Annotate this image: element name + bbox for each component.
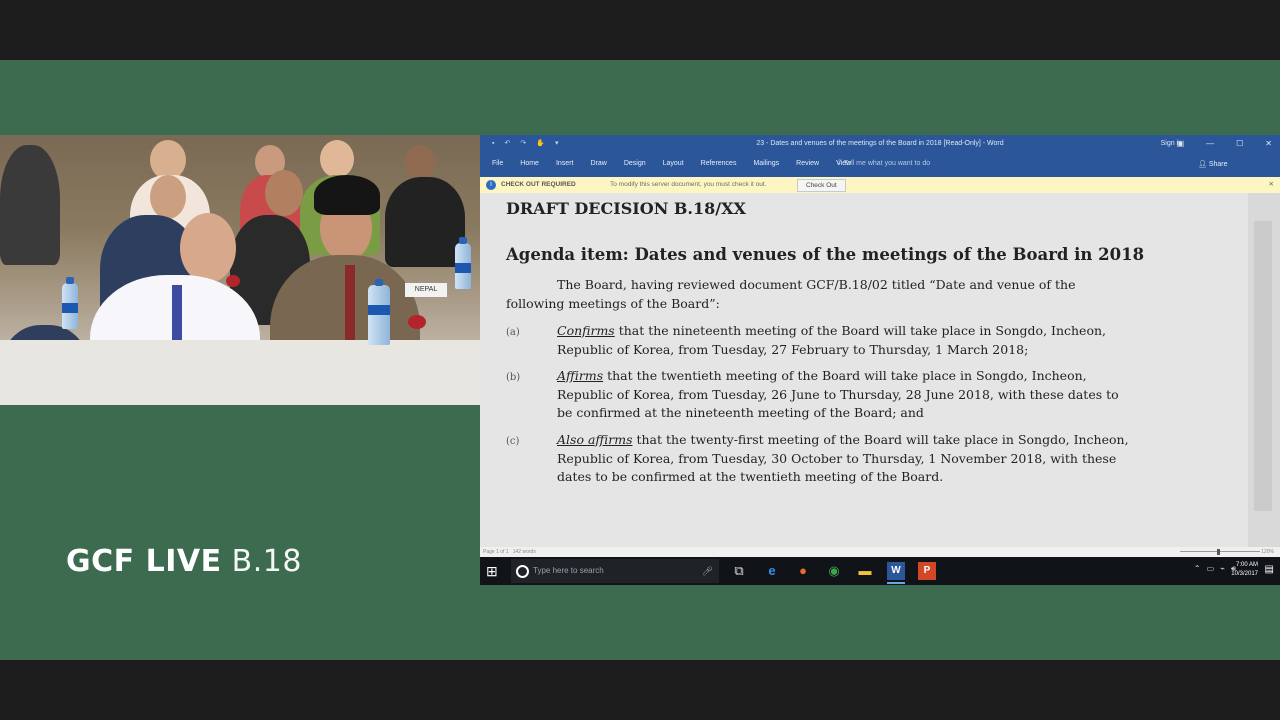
search-placeholder: Type here to search: [533, 566, 604, 575]
lightbulb-icon: 💡︎: [837, 160, 842, 167]
edge-icon[interactable]: e: [763, 562, 781, 580]
person-icon: 👤︎: [1198, 161, 1207, 168]
list-item-line-3: be confirmed at the nineteenth meeting o…: [557, 405, 924, 420]
tab-home[interactable]: Home: [520, 160, 539, 167]
clock-date: 10/3/2017: [1231, 571, 1258, 577]
status-bar: Page 1 of 1 142 words 120%: [480, 547, 1280, 557]
battery-icon[interactable]: ▭: [1207, 564, 1215, 574]
action-center-icon[interactable]: ▤: [1265, 564, 1274, 575]
list-item-text: that the twentieth meeting of the Board …: [603, 368, 1087, 383]
intro-line-2: following meetings of the Board”:: [506, 295, 720, 311]
firefox-icon[interactable]: ●: [794, 562, 812, 580]
list-item-verb: Also affirms: [557, 432, 633, 447]
logo-session-text: B.18: [231, 544, 302, 579]
info-icon: i: [486, 180, 496, 190]
title-bar: ▪ ↶ ↷ ✋ ▾ 23 - Dates and venues of the m…: [480, 135, 1280, 153]
tell-me-text: Tell me what you want to do: [843, 160, 931, 167]
tab-design[interactable]: Design: [624, 160, 646, 167]
list-item-label: (b): [506, 372, 521, 383]
chrome-icon[interactable]: ◉: [825, 562, 843, 580]
draft-decision-heading: DRAFT DECISION B.18/XX: [506, 199, 746, 218]
maximize-icon[interactable]: ☐: [1236, 135, 1243, 153]
page-count[interactable]: Page 1 of 1: [483, 549, 509, 555]
close-icon[interactable]: ✕: [1265, 135, 1272, 153]
word-active-indicator: [887, 582, 905, 584]
zoom-level[interactable]: 120%: [1261, 547, 1274, 557]
powerpoint-icon[interactable]: P: [918, 562, 936, 580]
tab-review[interactable]: Review: [796, 160, 819, 167]
zoom-slider-knob[interactable]: [1217, 549, 1220, 555]
logo-main-text: GCF LIVE: [66, 544, 222, 579]
list-item-verb: Affirms: [557, 368, 604, 383]
minimize-icon[interactable]: —: [1206, 135, 1214, 153]
tab-file[interactable]: File: [492, 160, 503, 167]
windows-taskbar: ⊞ Type here to search 🎤︎ ⧉ e ● ◉ ▬ W P ⌃…: [480, 557, 1280, 585]
letterbox-bottom: [0, 660, 1280, 720]
zoom-slider[interactable]: [1180, 551, 1260, 552]
check-out-button[interactable]: Check Out: [797, 179, 846, 192]
system-tray: ⌃ ▭ ⌁ 🔊︎: [1194, 564, 1236, 574]
ribbon-display-options-icon[interactable]: ▣: [1177, 135, 1185, 153]
clock[interactable]: 7:00 AM 10/3/2017: [1231, 561, 1258, 579]
document-area[interactable]: DRAFT DECISION B.18/XX Agenda item: Date…: [480, 193, 1280, 547]
microphone-icon[interactable]: 🎤︎: [702, 559, 713, 583]
list-item-label: (a): [506, 327, 520, 338]
message-bar-label: CHECK OUT REQUIRED: [501, 181, 576, 188]
list-item-text: that the twenty-first meeting of the Boa…: [632, 432, 1129, 447]
close-message-bar-icon[interactable]: ✕: [1269, 177, 1274, 193]
clock-time: 7:00 AM: [1235, 562, 1258, 568]
intro-line-1: The Board, having reviewed document GCF/…: [557, 277, 1076, 292]
list-item-line-2: Republic of Korea, from Tuesday, 26 June…: [557, 386, 1119, 402]
tab-references[interactable]: References: [701, 160, 737, 167]
tab-draw[interactable]: Draw: [590, 160, 606, 167]
scrollbar-thumb[interactable]: [1254, 221, 1272, 511]
chevron-up-icon[interactable]: ⌃: [1194, 564, 1201, 574]
gcf-live-logo: GCF LIVE B.18: [66, 544, 302, 579]
share-label: Share: [1208, 161, 1228, 168]
list-item-line-3: dates to be confirmed at the twentieth m…: [557, 469, 944, 484]
tell-me-box[interactable]: 💡︎ Tell me what you want to do: [837, 160, 930, 168]
taskbar-search-box[interactable]: Type here to search 🎤︎: [511, 559, 719, 583]
list-item-verb: Confirms: [557, 323, 615, 338]
list-item-line-2: Republic of Korea, from Tuesday, 30 Octo…: [557, 450, 1117, 466]
cortana-icon: [516, 565, 529, 578]
letterbox-top: [0, 0, 1280, 60]
camera-feed: NEPAL: [0, 135, 480, 405]
tab-layout[interactable]: Layout: [663, 160, 684, 167]
word-count[interactable]: 142 words: [513, 549, 536, 555]
share-button[interactable]: 👤︎ Share: [1198, 160, 1228, 168]
list-item-label: (c): [506, 436, 520, 447]
message-bar-text: To modify this server document, you must…: [610, 181, 767, 188]
vertical-scrollbar[interactable]: [1248, 193, 1280, 547]
check-out-message-bar: i CHECK OUT REQUIRED To modify this serv…: [480, 177, 1280, 193]
list-item-text: that the nineteenth meeting of the Board…: [614, 323, 1107, 338]
list-item-line-2: Republic of Korea, from Tuesday, 27 Febr…: [557, 341, 1029, 357]
windows-start-icon[interactable]: ⊞: [486, 563, 502, 579]
tab-insert[interactable]: Insert: [556, 160, 574, 167]
network-icon[interactable]: ⌁: [1220, 564, 1225, 574]
word-window: ▪ ↶ ↷ ✋ ▾ 23 - Dates and venues of the m…: [480, 135, 1280, 585]
tab-mailings[interactable]: Mailings: [753, 160, 779, 167]
task-view-icon[interactable]: ⧉: [730, 562, 748, 580]
ribbon-tabs: File Home Insert Draw Design Layout Refe…: [480, 153, 1280, 177]
word-icon[interactable]: W: [887, 562, 905, 580]
document-page[interactable]: DRAFT DECISION B.18/XX Agenda item: Date…: [480, 193, 1247, 547]
agenda-item-heading: Agenda item: Dates and venues of the mee…: [506, 245, 1145, 264]
file-explorer-icon[interactable]: ▬: [856, 562, 874, 580]
intro-paragraph: The Board, having reviewed document GCF/…: [506, 276, 1146, 313]
